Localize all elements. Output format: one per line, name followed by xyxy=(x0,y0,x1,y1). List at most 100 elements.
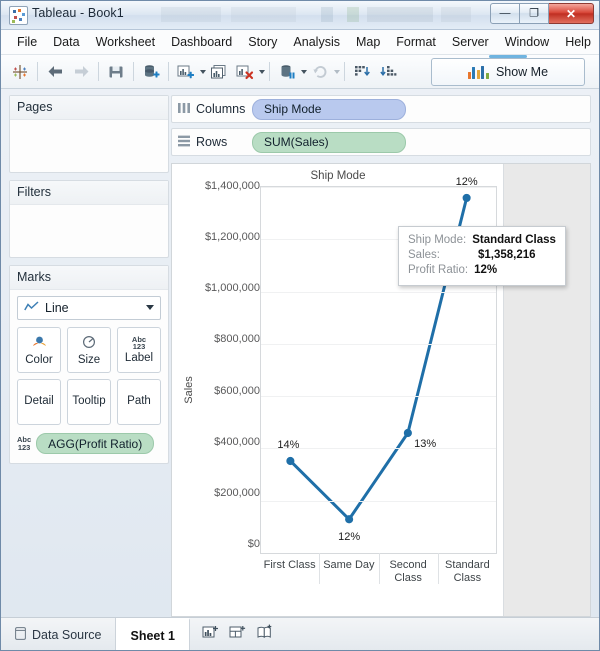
y-axis-tick-label: $1,200,000 xyxy=(205,231,260,243)
new-story-icon[interactable] xyxy=(256,624,273,645)
window-controls: — ❐ ✕ xyxy=(490,3,594,24)
status-bar: Data Source Sheet 1 xyxy=(1,617,599,651)
marks-detail-label: Detail xyxy=(24,396,53,408)
filters-title: Filters xyxy=(10,181,168,205)
canvas-area: Columns Ship Mode Rows SUM(Sales) xyxy=(169,89,599,617)
refresh-icon xyxy=(307,59,333,84)
menu-analysis[interactable]: Analysis xyxy=(285,33,348,51)
rows-shelf[interactable]: Rows SUM(Sales) xyxy=(171,128,591,156)
menu-file[interactable]: File xyxy=(9,33,45,51)
database-icon xyxy=(15,627,26,643)
abc-123-icon: Abc123 xyxy=(132,336,146,351)
columns-shelf[interactable]: Columns Ship Mode xyxy=(171,95,591,123)
new-dashboard-icon[interactable] xyxy=(229,624,246,645)
close-button[interactable]: ✕ xyxy=(549,3,594,24)
data-point-label: 13% xyxy=(414,438,436,450)
tooltip-key-sales: Sales: xyxy=(408,248,472,263)
toolbar-separator xyxy=(269,62,270,81)
marks-label-label: Label xyxy=(125,353,153,365)
menu-dashboard[interactable]: Dashboard xyxy=(163,33,240,51)
menu-format[interactable]: Format xyxy=(388,33,444,51)
marks-tooltip-button[interactable]: Tooltip xyxy=(67,379,111,425)
background-window-ghost xyxy=(161,7,471,22)
gridline xyxy=(261,501,496,502)
sort-descending-icon[interactable] xyxy=(375,59,401,84)
color-palette-icon xyxy=(30,334,49,353)
marks-field-pill[interactable]: AGG(Profit Ratio) xyxy=(36,433,154,454)
rows-pill-sum-sales[interactable]: SUM(Sales) xyxy=(252,132,406,153)
clear-sheet-icon[interactable] xyxy=(232,59,258,84)
y-axis-tick-label: $600,000 xyxy=(214,385,260,397)
new-worksheet-icon[interactable] xyxy=(173,59,199,84)
tooltip-row-sales: Sales: $1,358,216 xyxy=(408,248,556,263)
menu-server[interactable]: Server xyxy=(444,33,497,51)
menu-story[interactable]: Story xyxy=(240,33,285,51)
marks-tooltip-label: Tooltip xyxy=(72,396,105,408)
minimize-button[interactable]: — xyxy=(490,3,520,24)
gridline xyxy=(261,292,496,293)
y-axis-tick-label: $200,000 xyxy=(214,487,260,499)
marks-field-row: Abc123 AGG(Profit Ratio) xyxy=(17,433,161,454)
x-axis-divider xyxy=(379,553,380,584)
new-data-source-icon[interactable] xyxy=(138,59,164,84)
menu-window[interactable]: Window xyxy=(497,33,557,51)
menu-bar: File Data Worksheet Dashboard Story Anal… xyxy=(1,30,599,55)
toolbar-separator xyxy=(98,62,99,81)
title-bar: Tableau - Book1 — ❐ ✕ xyxy=(1,1,599,30)
y-axis-tick-label: $400,000 xyxy=(214,436,260,448)
menu-help[interactable]: Help xyxy=(557,33,599,51)
x-axis-tick-label[interactable]: Same Day xyxy=(319,554,378,594)
show-me-label: Show Me xyxy=(496,65,548,79)
size-icon xyxy=(81,334,98,353)
data-point-marker[interactable] xyxy=(345,515,353,523)
marks-detail-button[interactable]: Detail xyxy=(17,379,61,425)
pages-shelf-dropzone[interactable] xyxy=(10,120,168,172)
sort-ascending-icon[interactable] xyxy=(349,59,375,84)
menu-data[interactable]: Data xyxy=(45,33,87,51)
close-icon: ✕ xyxy=(566,8,576,20)
sheet-tab-sheet-1[interactable]: Sheet 1 xyxy=(116,618,189,651)
pause-updates-icon[interactable] xyxy=(274,59,300,84)
filters-shelf-dropzone[interactable] xyxy=(10,205,168,257)
menu-worksheet[interactable]: Worksheet xyxy=(88,33,164,51)
marks-size-button[interactable]: Size xyxy=(67,327,111,373)
columns-shelf-label-group: Columns xyxy=(178,102,252,117)
marks-color-button[interactable]: Color xyxy=(17,327,61,373)
menu-map[interactable]: Map xyxy=(348,33,388,51)
data-source-tab[interactable]: Data Source xyxy=(1,618,116,651)
tooltip-row-profit-ratio: Profit Ratio: 12% xyxy=(408,263,556,278)
x-axis-tick-label[interactable]: Standard Class xyxy=(438,554,497,594)
y-axis-tick-label: $0 xyxy=(248,538,260,550)
maximize-button[interactable]: ❐ xyxy=(520,3,549,24)
refresh-dropdown-icon xyxy=(334,70,340,74)
clear-sheet-dropdown-icon[interactable] xyxy=(259,70,265,74)
y-axis-tick-label: $1,000,000 xyxy=(205,282,260,294)
abc-123-icon: Abc123 xyxy=(17,436,31,451)
window-title: Tableau - Book1 xyxy=(32,6,124,20)
show-me-button[interactable]: Show Me xyxy=(431,58,585,86)
gridline xyxy=(261,344,496,345)
x-axis-tick-label[interactable]: Second Class xyxy=(379,554,438,594)
data-point-marker[interactable] xyxy=(463,194,471,202)
x-axis-tick-label[interactable]: First Class xyxy=(260,554,319,594)
new-worksheet-icon[interactable] xyxy=(202,624,219,645)
minimize-icon: — xyxy=(500,8,511,19)
save-icon[interactable] xyxy=(103,59,129,84)
tooltip-value-ship-mode: Standard Class xyxy=(472,233,556,248)
mark-type-dropdown[interactable]: Line xyxy=(17,296,161,320)
toolbar-separator xyxy=(344,62,345,81)
marks-label-button[interactable]: Abc123 Label xyxy=(117,327,161,373)
duplicate-sheet-icon[interactable] xyxy=(206,59,232,84)
data-point-marker[interactable] xyxy=(286,457,294,465)
tableau-logo-icon[interactable] xyxy=(7,59,33,84)
columns-pill-ship-mode[interactable]: Ship Mode xyxy=(252,99,406,120)
back-arrow-icon[interactable] xyxy=(42,59,68,84)
tooltip-key-profit-ratio: Profit Ratio: xyxy=(408,263,468,278)
tooltip-key-ship-mode: Ship Mode: xyxy=(408,233,466,248)
data-point-label: 12% xyxy=(338,531,360,543)
marks-path-button[interactable]: Path xyxy=(117,379,161,425)
data-point-marker[interactable] xyxy=(404,429,412,437)
chevron-down-icon xyxy=(146,305,154,310)
rows-label: Rows xyxy=(196,135,227,149)
columns-label: Columns xyxy=(196,102,245,116)
